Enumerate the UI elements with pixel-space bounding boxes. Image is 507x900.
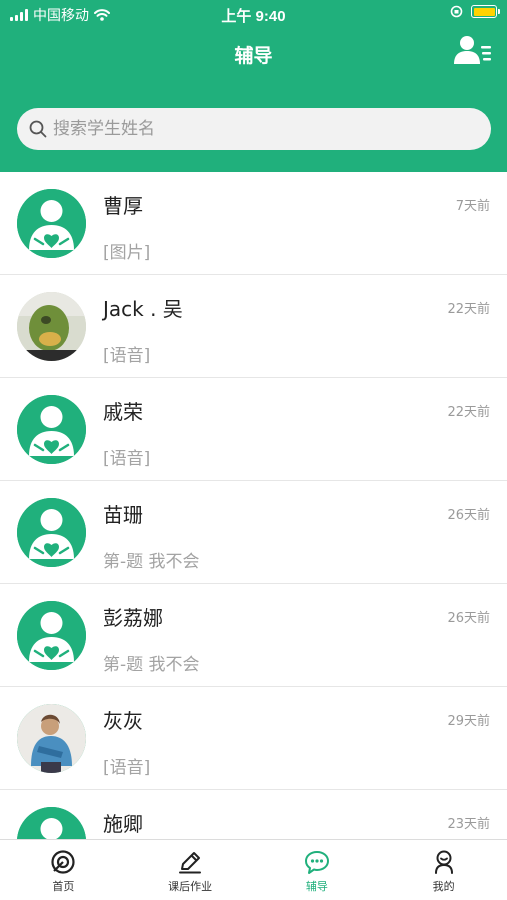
tab-home[interactable]: 首页	[0, 840, 127, 900]
orientation-lock-icon	[450, 5, 463, 18]
student-list: 曹厚 7天前 [图片] Jack . 吴 22天前 [语音] 戚荣 22天前 […	[0, 172, 507, 839]
avatar	[17, 601, 86, 670]
student-avatar-icon	[17, 395, 86, 464]
list-item[interactable]: 施卿 23天前	[0, 790, 507, 839]
tab-bar: 首页 课后作业 辅导 我的	[0, 839, 507, 900]
student-avatar-icon	[17, 498, 86, 567]
search-icon	[29, 120, 47, 138]
last-message: 第-题 我不会	[103, 552, 200, 572]
tab-tutoring[interactable]: 辅导	[254, 840, 381, 900]
photo-avatar-icon	[17, 704, 86, 773]
list-item[interactable]: 灰灰 29天前 [语音]	[0, 687, 507, 790]
student-avatar-icon	[17, 189, 86, 258]
last-message: [语音]	[103, 346, 151, 366]
tab-label: 课后作业	[168, 880, 213, 893]
list-item[interactable]: 曹厚 7天前 [图片]	[0, 172, 507, 275]
student-name: 苗珊	[103, 503, 143, 527]
profile-icon	[434, 850, 453, 874]
avatar	[17, 189, 86, 258]
avatar	[17, 395, 86, 464]
last-message: [图片]	[103, 243, 151, 263]
student-name: 曹厚	[103, 194, 143, 218]
tab-label: 辅导	[305, 880, 328, 893]
status-time: 上午 9:40	[221, 8, 286, 25]
message-time: 7天前	[455, 199, 490, 214]
search-input[interactable]	[53, 119, 453, 139]
message-time: 26天前	[447, 508, 490, 523]
message-time: 22天前	[447, 302, 490, 317]
header: 中国移动 上午 9:40 辅导	[0, 0, 507, 172]
pencil-icon	[179, 852, 202, 874]
tab-profile[interactable]: 我的	[380, 840, 507, 900]
photo-avatar-icon	[17, 292, 86, 361]
student-name: 施卿	[103, 812, 143, 836]
last-message: 第-题 我不会	[103, 655, 200, 675]
student-name: 灰灰	[103, 709, 143, 733]
page-title: 辅导	[234, 46, 273, 67]
tab-homework[interactable]: 课后作业	[127, 840, 254, 900]
message-time: 29天前	[447, 714, 490, 729]
tab-label: 首页	[52, 880, 75, 893]
message-time: 23天前	[447, 817, 490, 832]
battery-icon	[471, 5, 500, 18]
list-item[interactable]: 彭荔娜 26天前 第-题 我不会	[0, 584, 507, 687]
avatar	[17, 498, 86, 567]
user-list-icon[interactable]	[453, 34, 493, 68]
student-avatar-icon	[17, 807, 86, 839]
student-name: Jack . 吴	[103, 297, 183, 321]
list-item[interactable]: 苗珊 26天前 第-题 我不会	[0, 481, 507, 584]
search-bar[interactable]	[17, 108, 491, 150]
tab-label: 我的	[432, 880, 455, 893]
list-item[interactable]: 戚荣 22天前 [语音]	[0, 378, 507, 481]
status-bar: 中国移动 上午 9:40	[0, 0, 507, 28]
list-item[interactable]: Jack . 吴 22天前 [语音]	[0, 275, 507, 378]
avatar	[17, 807, 86, 839]
student-name: 戚荣	[103, 400, 143, 424]
student-avatar-icon	[17, 601, 86, 670]
student-name: 彭荔娜	[103, 606, 163, 630]
chat-bubble-icon	[304, 851, 329, 874]
avatar	[17, 704, 86, 773]
home-icon	[51, 850, 75, 874]
status-right	[450, 5, 500, 18]
last-message: [语音]	[103, 449, 151, 469]
message-time: 26天前	[447, 611, 490, 626]
message-time: 22天前	[447, 405, 490, 420]
last-message: [语音]	[103, 758, 151, 778]
avatar	[17, 292, 86, 361]
